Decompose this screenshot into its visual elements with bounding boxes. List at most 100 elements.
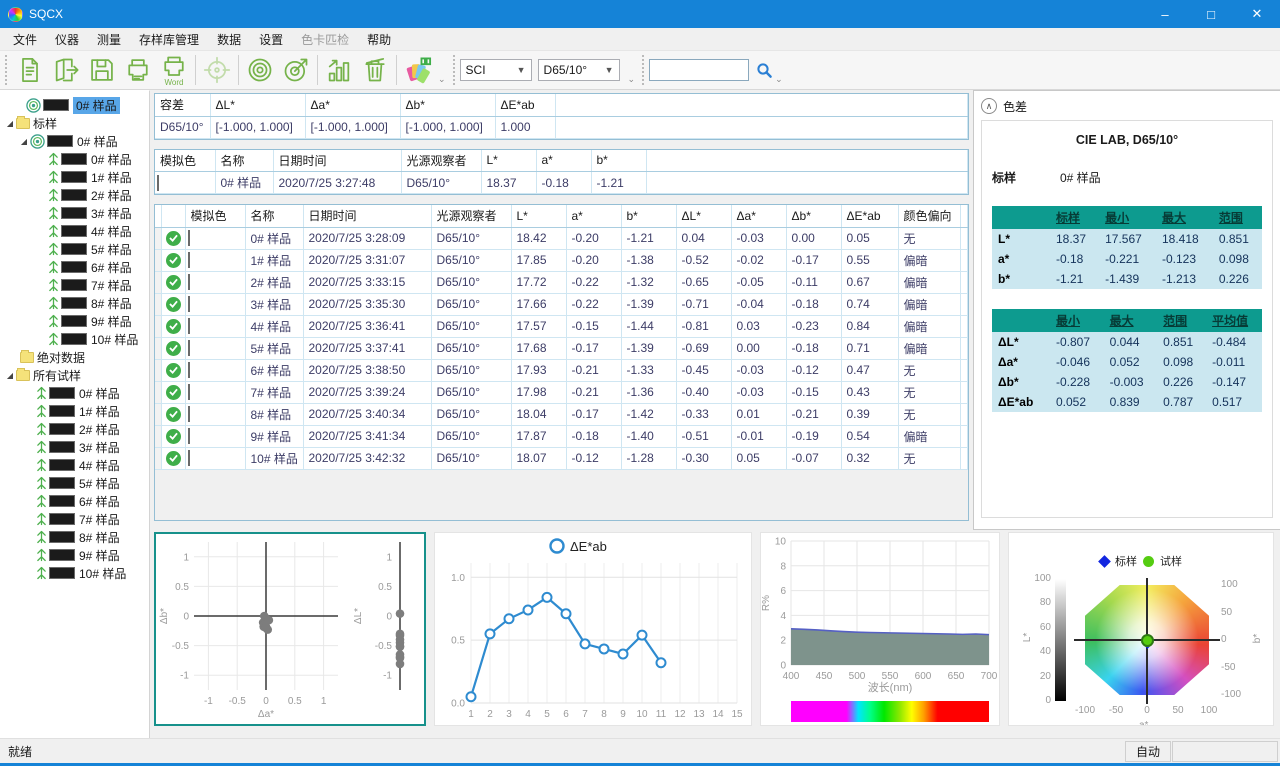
- table-row[interactable]: 1# 样品2020/7/25 3:31:07D65/10°17.85-0.20-…: [155, 249, 968, 271]
- column-header[interactable]: [646, 150, 968, 172]
- table-row[interactable]: 0# 样品2020/7/25 3:27:48D65/10°18.37-0.18-…: [155, 172, 968, 194]
- column-header[interactable]: ΔL*: [676, 205, 731, 227]
- save-button[interactable]: [84, 52, 120, 88]
- column-header[interactable]: ΔE*ab: [495, 94, 555, 116]
- tree-item-all-sample-4[interactable]: 4# 样品: [0, 456, 149, 474]
- samples-grid[interactable]: 模拟色名称日期时间光源观察者L*a*b*ΔL*Δa*Δb*ΔE*ab颜色偏向0#…: [154, 204, 969, 521]
- column-header[interactable]: Δa*: [731, 205, 786, 227]
- column-header[interactable]: 容差: [155, 94, 210, 116]
- column-header[interactable]: 光源观察者: [401, 150, 481, 172]
- export-button[interactable]: [48, 52, 84, 88]
- toolbar-grip3[interactable]: [641, 55, 646, 85]
- column-header[interactable]: 颜色偏向: [898, 205, 960, 227]
- table-row[interactable]: 3# 样品2020/7/25 3:35:30D65/10°17.66-0.22-…: [155, 293, 968, 315]
- column-header[interactable]: b*: [621, 205, 676, 227]
- table-row[interactable]: 10# 样品2020/7/25 3:42:32D65/10°18.07-0.12…: [155, 447, 968, 469]
- tree-item-all-sample-8[interactable]: 8# 样品: [0, 528, 149, 546]
- column-header[interactable]: b*: [591, 150, 646, 172]
- column-header[interactable]: a*: [566, 205, 621, 227]
- new-document-button[interactable]: [12, 52, 48, 88]
- column-header[interactable]: Δa*: [305, 94, 400, 116]
- lab-gamut-chart[interactable]: 标样试样100806040200L*-100-50050100a*100500-…: [1008, 532, 1274, 726]
- menu-item-设置[interactable]: 设置: [250, 29, 292, 50]
- auto-mode-cell[interactable]: 自动: [1125, 741, 1171, 762]
- column-header[interactable]: a*: [536, 150, 591, 172]
- column-header[interactable]: [161, 205, 185, 227]
- tree-item-all-sample-10[interactable]: 10# 样品: [0, 564, 149, 582]
- measure-standard-button[interactable]: [278, 52, 314, 88]
- column-header[interactable]: ΔE*ab: [841, 205, 898, 227]
- toolbar-overflow-icon[interactable]: ⌄: [775, 74, 783, 85]
- toolbar-grip2[interactable]: [452, 55, 457, 85]
- standard-grid[interactable]: 模拟色名称日期时间光源观察者L*a*b*0# 样品2020/7/25 3:27:…: [154, 149, 969, 196]
- tree-item-all-sample-9[interactable]: 9# 样品: [0, 546, 149, 564]
- column-header[interactable]: [960, 205, 968, 227]
- tree-item-standard-sample-9[interactable]: 9# 样品: [0, 312, 149, 330]
- column-header[interactable]: 模拟色: [155, 150, 215, 172]
- menu-item-色卡匹检[interactable]: 色卡匹检: [292, 29, 358, 50]
- print-word-button[interactable]: Word: [156, 52, 192, 88]
- tree-item-standard[interactable]: ◢0# 样品: [0, 132, 149, 150]
- tree-item-standard-sample-1[interactable]: 1# 样品: [0, 168, 149, 186]
- tree-item-standard-sample-8[interactable]: 8# 样品: [0, 294, 149, 312]
- tree-folder-absolute[interactable]: 绝对数据: [0, 348, 149, 366]
- column-header[interactable]: 名称: [245, 205, 303, 227]
- whiteboard-calibration-button[interactable]: [199, 52, 235, 88]
- tree-item-standard-sample-6[interactable]: 6# 样品: [0, 258, 149, 276]
- column-header[interactable]: 日期时间: [273, 150, 401, 172]
- column-header[interactable]: Δb*: [786, 205, 841, 227]
- illuminant-select[interactable]: D65/10° ▼: [538, 59, 620, 81]
- table-row[interactable]: 0# 样品2020/7/25 3:28:09D65/10°18.42-0.20-…: [155, 227, 968, 249]
- minimize-button[interactable]: –: [1142, 0, 1188, 28]
- delta-e-trend-chart[interactable]: 0.00.51.0123456789101112131415ΔE*ab: [434, 532, 752, 726]
- toolbar-overflow-icon[interactable]: ⌄: [438, 74, 446, 85]
- black-calibration-button[interactable]: [242, 52, 278, 88]
- menu-item-存样库管理[interactable]: 存样库管理: [130, 29, 208, 50]
- column-header[interactable]: L*: [481, 150, 536, 172]
- toolbar-grip[interactable]: [4, 55, 9, 85]
- menu-item-文件[interactable]: 文件: [4, 29, 46, 50]
- column-header[interactable]: 日期时间: [303, 205, 431, 227]
- expander-icon[interactable]: ◢: [4, 371, 16, 380]
- search-icon[interactable]: [756, 62, 773, 79]
- column-header[interactable]: 名称: [215, 150, 273, 172]
- tree-item-all-sample-3[interactable]: 3# 样品: [0, 438, 149, 456]
- dab-scatter-chart[interactable]: -1-1-0.5-0.5000.50.511Δa*Δb*ΔL*-1-0.500.…: [154, 532, 426, 726]
- tree-item-all-sample-5[interactable]: 5# 样品: [0, 474, 149, 492]
- tree-item-all-sample-0[interactable]: 0# 样品: [0, 384, 149, 402]
- menu-item-测量[interactable]: 测量: [88, 29, 130, 50]
- table-row[interactable]: 4# 样品2020/7/25 3:36:41D65/10°17.57-0.15-…: [155, 315, 968, 337]
- color-match-button[interactable]: [400, 52, 436, 88]
- tree-item-standard-sample-5[interactable]: 5# 样品: [0, 240, 149, 258]
- column-header[interactable]: L*: [511, 205, 566, 227]
- collapse-panel-icon[interactable]: ∧: [981, 98, 997, 114]
- column-header[interactable]: ΔL*: [210, 94, 305, 116]
- tree-item-standard-sample-10[interactable]: 10# 样品: [0, 330, 149, 348]
- column-header[interactable]: Δb*: [400, 94, 495, 116]
- table-row[interactable]: 7# 样品2020/7/25 3:39:24D65/10°17.98-0.21-…: [155, 381, 968, 403]
- tree-item-standard-sample-4[interactable]: 4# 样品: [0, 222, 149, 240]
- menu-item-数据[interactable]: 数据: [208, 29, 250, 50]
- tree-item-all-sample-1[interactable]: 1# 样品: [0, 402, 149, 420]
- tree-item-standard-sample-2[interactable]: 2# 样品: [0, 186, 149, 204]
- tree-item-standard-sample-7[interactable]: 7# 样品: [0, 276, 149, 294]
- column-header[interactable]: 模拟色: [185, 205, 245, 227]
- expander-icon[interactable]: ◢: [4, 119, 16, 128]
- menu-item-帮助[interactable]: 帮助: [358, 29, 400, 50]
- tree-folder-standards[interactable]: ◢标样: [0, 114, 149, 132]
- search-input[interactable]: [649, 59, 749, 81]
- tree-item-selected-standard[interactable]: 0# 样品: [0, 96, 149, 114]
- statistics-button[interactable]: [321, 52, 357, 88]
- table-row[interactable]: 6# 样品2020/7/25 3:38:50D65/10°17.93-0.21-…: [155, 359, 968, 381]
- table-row[interactable]: 2# 样品2020/7/25 3:33:15D65/10°17.72-0.22-…: [155, 271, 968, 293]
- table-row[interactable]: 5# 样品2020/7/25 3:37:41D65/10°17.68-0.17-…: [155, 337, 968, 359]
- maximize-button[interactable]: □: [1188, 0, 1234, 28]
- table-row[interactable]: 8# 样品2020/7/25 3:40:34D65/10°18.04-0.17-…: [155, 403, 968, 425]
- tree-item-standard-sample-0[interactable]: 0# 样品: [0, 150, 149, 168]
- tree-item-all-sample-7[interactable]: 7# 样品: [0, 510, 149, 528]
- column-header[interactable]: 光源观察者: [431, 205, 511, 227]
- menu-item-仪器[interactable]: 仪器: [46, 29, 88, 50]
- sci-sce-select[interactable]: SCI ▼: [460, 59, 532, 81]
- reflectance-spectrum-chart[interactable]: 0246810400450500550600650700R%波长(nm): [760, 532, 1000, 726]
- close-button[interactable]: ✕: [1234, 0, 1280, 28]
